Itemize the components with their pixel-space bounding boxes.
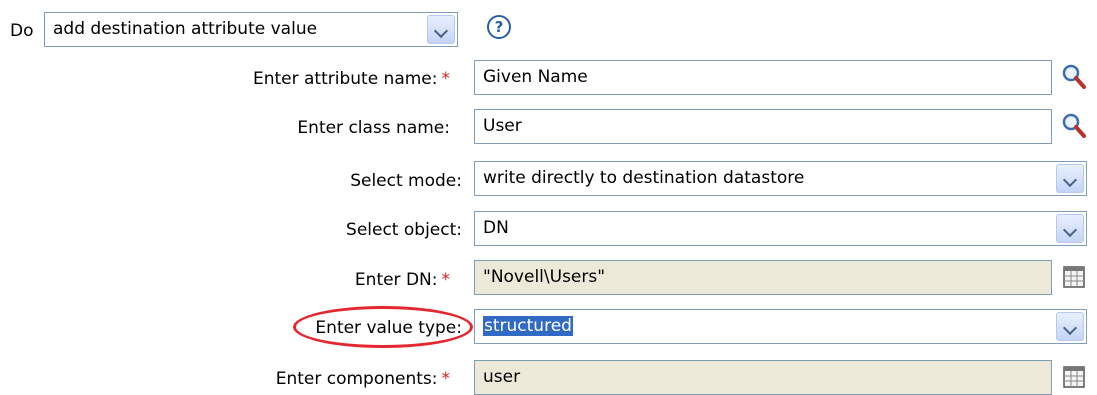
components-label: Enter components: * [275,369,451,389]
do-label: Do [10,21,34,41]
value-type-label: Enter value type: [315,318,462,338]
dn-input[interactable]: "Novell\Users" [474,260,1052,295]
required-marker: * [441,270,451,290]
mode-select[interactable]: write directly to destination datastore [474,161,1087,196]
chevron-down-icon[interactable] [1056,164,1084,193]
mode-label: Select mode: [350,171,462,191]
chevron-down-icon[interactable] [1056,214,1084,243]
value-type-select[interactable]: structured [474,309,1087,344]
required-marker: * [441,69,451,89]
object-label: Select object: [346,220,462,240]
search-icon[interactable] [1061,63,1087,91]
search-icon[interactable] [1061,112,1087,140]
dn-label: Enter DN: * [354,270,451,290]
attribute-name-label: Enter attribute name: * [252,69,451,89]
value-type-selected: structured [483,316,573,336]
attribute-name-input[interactable]: Given Name [474,60,1052,95]
class-name-input[interactable]: User [474,109,1052,144]
class-name-label: Enter class name: [297,118,450,138]
chevron-down-icon[interactable] [427,15,455,44]
action-select-value: add destination attribute value [53,19,318,39]
table-icon[interactable] [1063,366,1085,388]
components-input[interactable]: user [474,360,1052,395]
required-marker: * [441,369,451,389]
object-select[interactable]: DN [474,211,1087,246]
action-select[interactable]: add destination attribute value [44,12,458,47]
chevron-down-icon[interactable] [1056,312,1084,341]
table-icon[interactable] [1063,266,1085,288]
help-icon[interactable]: ? [487,15,511,39]
